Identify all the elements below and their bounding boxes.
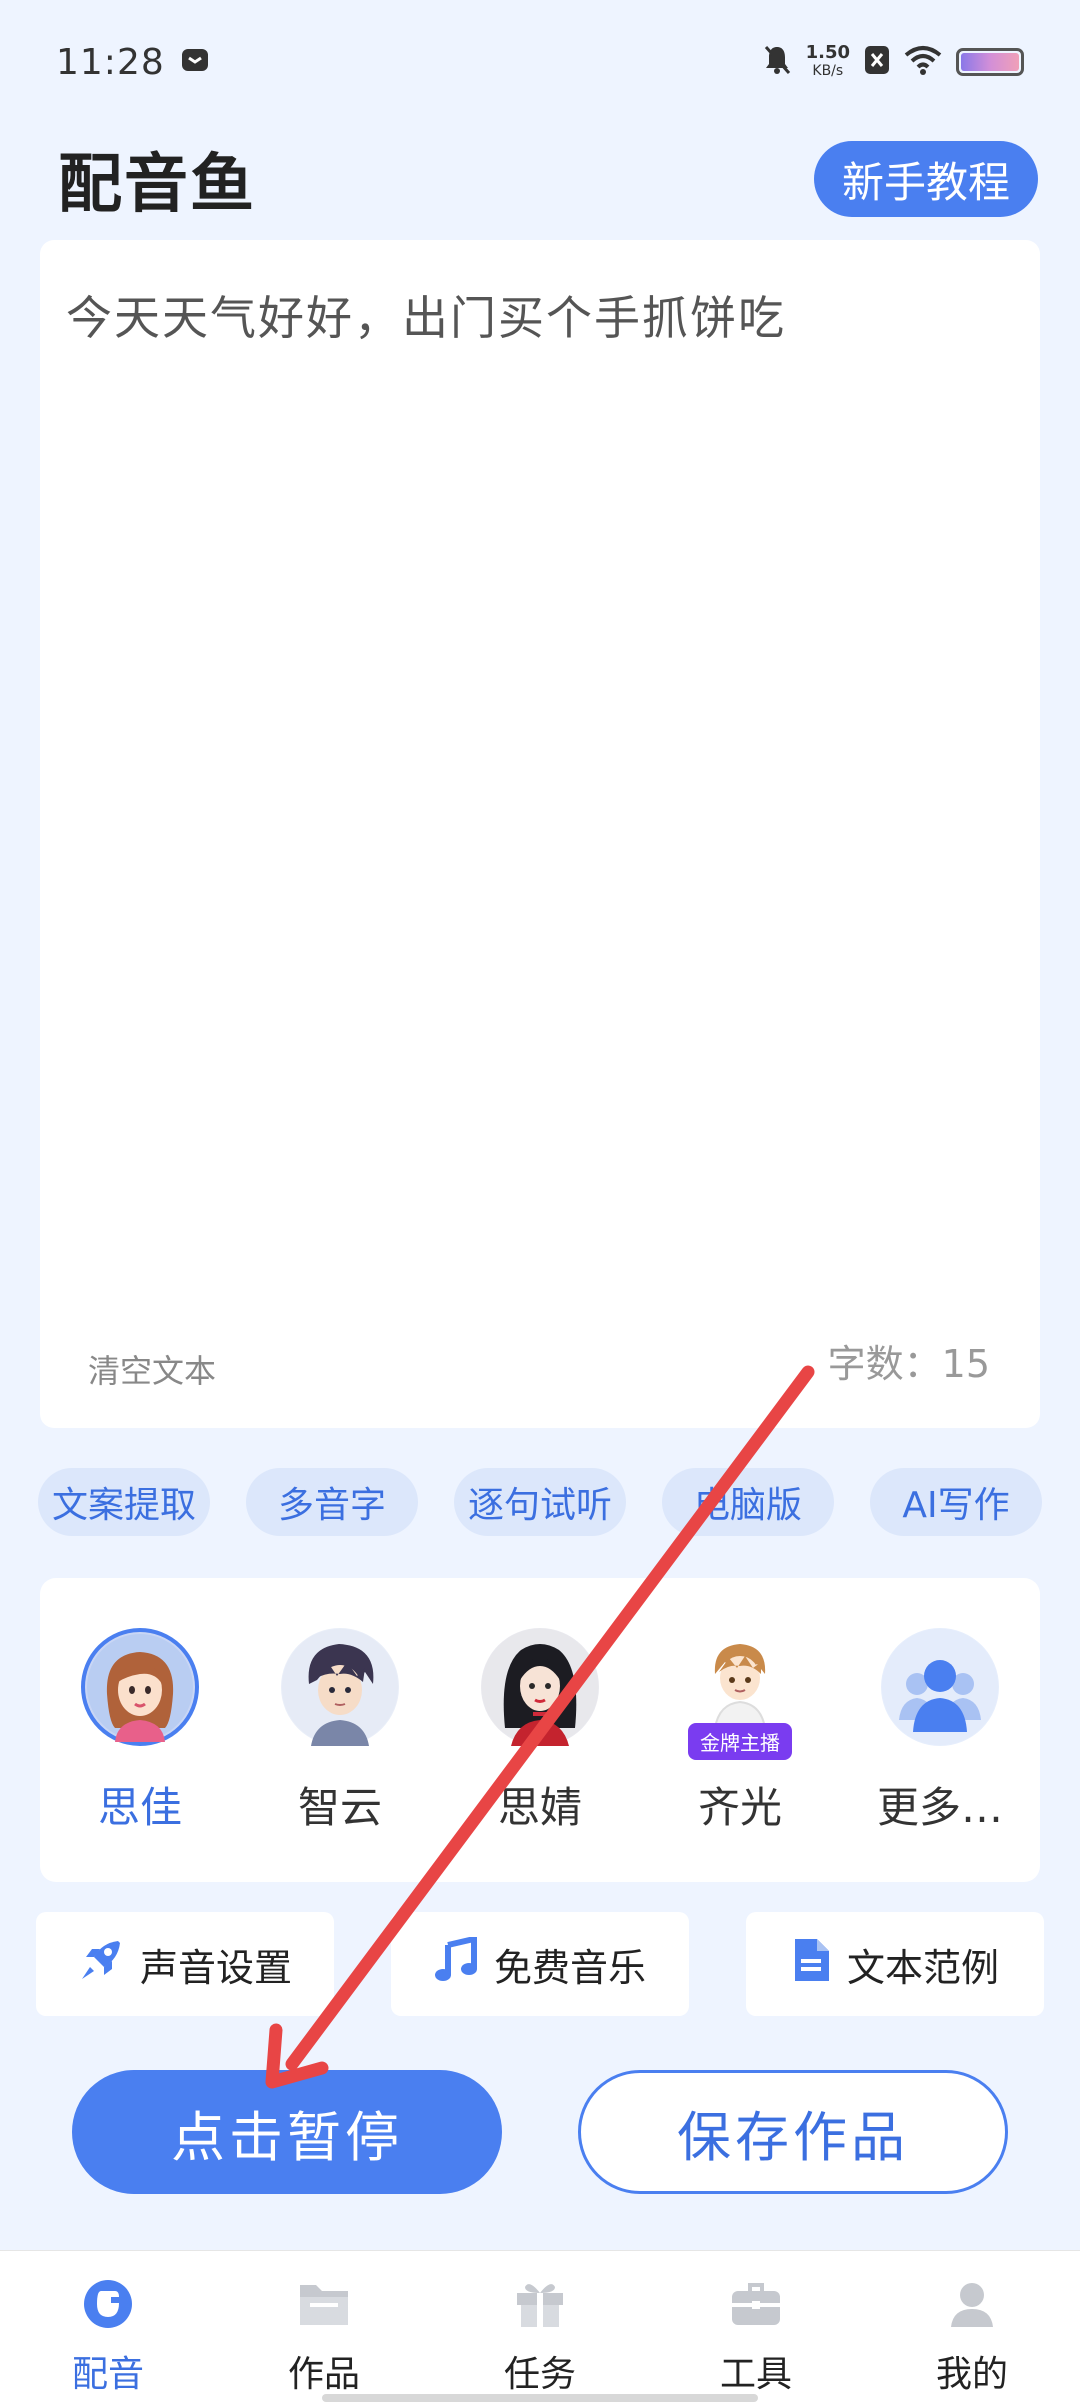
voice-selector: 思佳 智云 思婧 金牌主播 齐光 更多… — [40, 1578, 1040, 1882]
net-speed: 1.50 KB/s — [806, 44, 850, 80]
close-box-icon — [864, 45, 890, 79]
music-note-icon — [434, 1934, 478, 1992]
status-left: 11:28 — [56, 42, 209, 83]
word-count: 字数：15 — [827, 1342, 990, 1386]
clear-text-button[interactable]: 清空文本 — [88, 1346, 216, 1392]
net-speed-unit: KB/s — [812, 63, 844, 79]
avatar — [281, 1628, 399, 1746]
chip-desktop-version[interactable]: 电脑版 — [661, 1468, 834, 1536]
net-speed-value: 1.50 — [805, 42, 850, 63]
header: 配音鱼 新手教程 — [0, 124, 1080, 234]
voice-item-sijia[interactable]: 思佳 — [50, 1628, 230, 1835]
voice-name: 思佳 — [97, 1783, 182, 1832]
user-icon — [945, 2277, 999, 2335]
feature-chips: 文案提取 多音字 逐句试听 电脑版 AI写作 — [38, 1468, 1042, 1536]
message-icon — [181, 46, 209, 78]
text-examples-button[interactable]: 文本范例 — [746, 1912, 1044, 2016]
toolbox-icon — [728, 2277, 784, 2335]
avatar: 金牌主播 — [681, 1628, 799, 1760]
nav-item-tasks[interactable]: 任务 — [450, 2277, 630, 2397]
voice-item-more[interactable]: 更多… — [850, 1628, 1030, 1835]
app-title: 配音鱼 — [58, 148, 256, 222]
chip-ai-writing[interactable]: AI写作 — [869, 1468, 1042, 1536]
more-voices-icon — [881, 1628, 999, 1746]
nav-label: 任务 — [503, 2354, 576, 2395]
voice-item-sijing[interactable]: 思婧 — [450, 1628, 630, 1835]
voice-name: 更多… — [876, 1783, 1003, 1832]
gold-anchor-badge: 金牌主播 — [688, 1723, 792, 1760]
tutorial-button[interactable]: 新手教程 — [813, 141, 1038, 217]
chip-polyphone[interactable]: 多音字 — [246, 1468, 418, 1536]
avatar — [81, 1628, 199, 1746]
chip-copy-extract[interactable]: 文案提取 — [38, 1468, 211, 1536]
folder-icon — [296, 2277, 352, 2335]
voice-settings-label: 声音设置 — [139, 1945, 292, 1990]
nav-label: 我的 — [935, 2354, 1008, 2395]
free-music-button[interactable]: 免费音乐 — [391, 1912, 689, 2016]
battery-fill — [961, 53, 1019, 71]
status-time: 11:28 — [56, 41, 165, 83]
voice-name: 智云 — [297, 1783, 382, 1832]
save-work-button[interactable]: 保存作品 — [578, 2070, 1008, 2194]
rocket-icon — [78, 1937, 124, 1992]
voice-name: 思婧 — [497, 1783, 582, 1832]
mute-icon — [762, 44, 792, 80]
text-input[interactable]: 今天天气好好，出门买个手抓饼吃 — [66, 282, 1014, 348]
document-icon — [791, 1937, 831, 1992]
voice-item-zhiyun[interactable]: 智云 — [250, 1628, 430, 1835]
voice-name: 齐光 — [697, 1783, 782, 1832]
nav-item-tools[interactable]: 工具 — [666, 2277, 846, 2397]
status-right: 1.50 KB/s — [762, 44, 1024, 80]
text-editor[interactable]: 今天天气好好，出门买个手抓饼吃 清空文本 字数：15 — [40, 240, 1040, 1428]
battery-icon — [956, 48, 1024, 76]
gift-icon — [513, 2277, 567, 2335]
action-buttons: 点击暂停 保存作品 — [72, 2070, 1008, 2194]
wifi-icon — [904, 45, 942, 79]
chip-sentence-preview[interactable]: 逐句试听 — [453, 1468, 626, 1536]
status-bar: 11:28 1.50 KB/s — [0, 0, 1080, 124]
option-buttons: 声音设置 免费音乐 文本范例 — [36, 1912, 1044, 2016]
nav-item-works[interactable]: 作品 — [234, 2277, 414, 2397]
bottom-nav: 配音 作品 任务 工具 我的 — [0, 2250, 1080, 2408]
pause-button[interactable]: 点击暂停 — [72, 2070, 502, 2194]
dubbing-icon — [81, 2277, 135, 2335]
voice-item-qiguang[interactable]: 金牌主播 齐光 — [650, 1628, 830, 1835]
text-examples-label: 文本范例 — [846, 1945, 999, 1990]
nav-label: 工具 — [719, 2354, 792, 2395]
nav-label: 配音 — [71, 2354, 144, 2395]
avatar — [481, 1628, 599, 1746]
nav-label: 作品 — [287, 2354, 360, 2395]
nav-item-mine[interactable]: 我的 — [882, 2277, 1062, 2397]
home-indicator — [322, 2394, 758, 2402]
nav-item-dubbing[interactable]: 配音 — [18, 2277, 198, 2397]
free-music-label: 免费音乐 — [493, 1945, 646, 1990]
voice-settings-button[interactable]: 声音设置 — [36, 1912, 334, 2016]
